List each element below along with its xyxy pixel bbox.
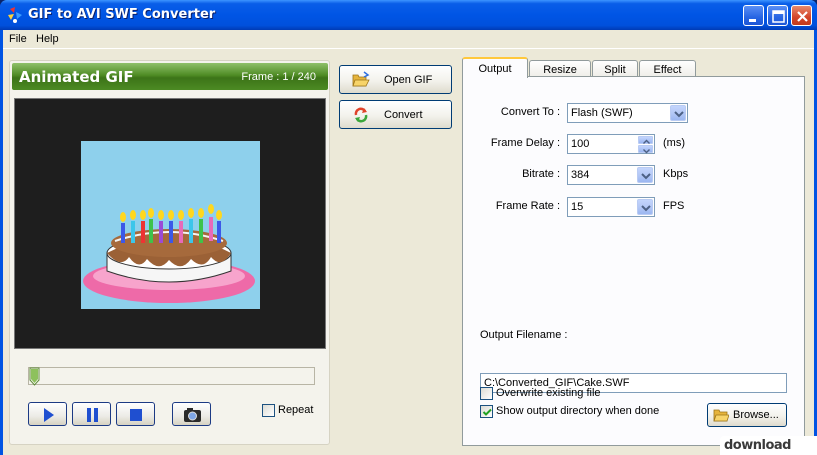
snapshot-button[interactable] (172, 402, 211, 426)
chevron-down-icon[interactable] (637, 167, 653, 183)
chevron-down-icon[interactable] (637, 199, 653, 215)
frame-delay-unit: (ms) (663, 137, 685, 149)
close-icon (797, 11, 808, 22)
frame-delay-value: 100 (571, 138, 590, 150)
frame-rate-select[interactable]: 15 (567, 197, 655, 217)
browse-label: Browse... (733, 409, 779, 421)
client-area: File Help Animated GIF Frame : 1 / 240 R… (3, 30, 814, 455)
cake-image (81, 141, 260, 309)
convert-icon (354, 107, 368, 123)
app-window: GIF to AVI SWF Converter File Help Anima… (0, 0, 817, 455)
gif-preview (14, 98, 326, 349)
menu-bar: File Help (3, 30, 814, 49)
overwrite-label: Overwrite existing file (496, 387, 601, 399)
frame-delay-label: Frame Delay : (490, 137, 560, 149)
show-dir-checkbox[interactable] (480, 405, 493, 418)
preview-title: Animated GIF (19, 68, 134, 86)
close-button[interactable] (791, 5, 812, 26)
camera-icon (184, 408, 201, 422)
folder-open-icon (352, 71, 370, 87)
maximize-button[interactable] (767, 5, 788, 26)
seek-thumb[interactable] (29, 367, 40, 386)
title-bar[interactable]: GIF to AVI SWF Converter (0, 0, 817, 30)
play-icon (44, 408, 54, 422)
convert-to-label: Convert To : (500, 106, 560, 118)
show-dir-label: Show output directory when done (496, 405, 660, 417)
convert-button[interactable]: Convert (339, 100, 452, 129)
open-gif-label: Open GIF (384, 74, 433, 86)
bitrate-value: 384 (571, 169, 590, 181)
bitrate-select[interactable]: 384 (567, 165, 655, 185)
stop-icon (130, 409, 142, 421)
maximize-icon (772, 10, 785, 23)
menu-help[interactable]: Help (36, 33, 59, 45)
minimize-icon (749, 19, 756, 22)
seek-slider[interactable] (28, 367, 315, 386)
checkmark-icon (482, 408, 492, 416)
bitrate-unit: Kbps (663, 168, 689, 180)
frame-rate-unit: FPS (663, 200, 685, 212)
spin-down-icon[interactable] (638, 145, 653, 154)
menu-file[interactable]: File (9, 33, 27, 45)
frame-rate-value: 15 (571, 201, 584, 213)
convert-label: Convert (384, 109, 423, 121)
pause-icon (87, 408, 98, 422)
preview-panel: Animated GIF Frame : 1 / 240 Repeat (9, 60, 330, 445)
app-icon (8, 7, 22, 23)
frame-delay-stepper[interactable]: 100 (567, 134, 655, 154)
browse-button[interactable]: Browse... (707, 403, 787, 427)
watermark: download (720, 436, 817, 455)
frame-counter: Frame : 1 / 240 (241, 71, 316, 83)
stop-button[interactable] (116, 402, 155, 426)
watermark-text: download (724, 438, 791, 453)
chevron-down-icon[interactable] (670, 105, 686, 121)
folder-icon (713, 409, 729, 422)
output-filename-label: Output Filename : (480, 329, 568, 341)
play-button[interactable] (28, 402, 67, 426)
spin-up-icon[interactable] (638, 136, 653, 144)
preview-header: Animated GIF Frame : 1 / 240 (12, 63, 328, 90)
window-title: GIF to AVI SWF Converter (28, 7, 216, 22)
repeat-label: Repeat (278, 404, 314, 416)
convert-to-select[interactable]: Flash (SWF) (567, 103, 688, 123)
tab-output[interactable]: Output (462, 57, 528, 78)
open-gif-button[interactable]: Open GIF (339, 65, 452, 94)
pause-button[interactable] (72, 402, 111, 426)
overwrite-checkbox[interactable] (480, 387, 493, 400)
convert-to-value: Flash (SWF) (571, 107, 633, 119)
bitrate-label: Bitrate : (522, 168, 560, 180)
frame-rate-label: Frame Rate : (495, 200, 560, 212)
repeat-checkbox[interactable] (262, 404, 275, 417)
minimize-button[interactable] (743, 5, 764, 26)
